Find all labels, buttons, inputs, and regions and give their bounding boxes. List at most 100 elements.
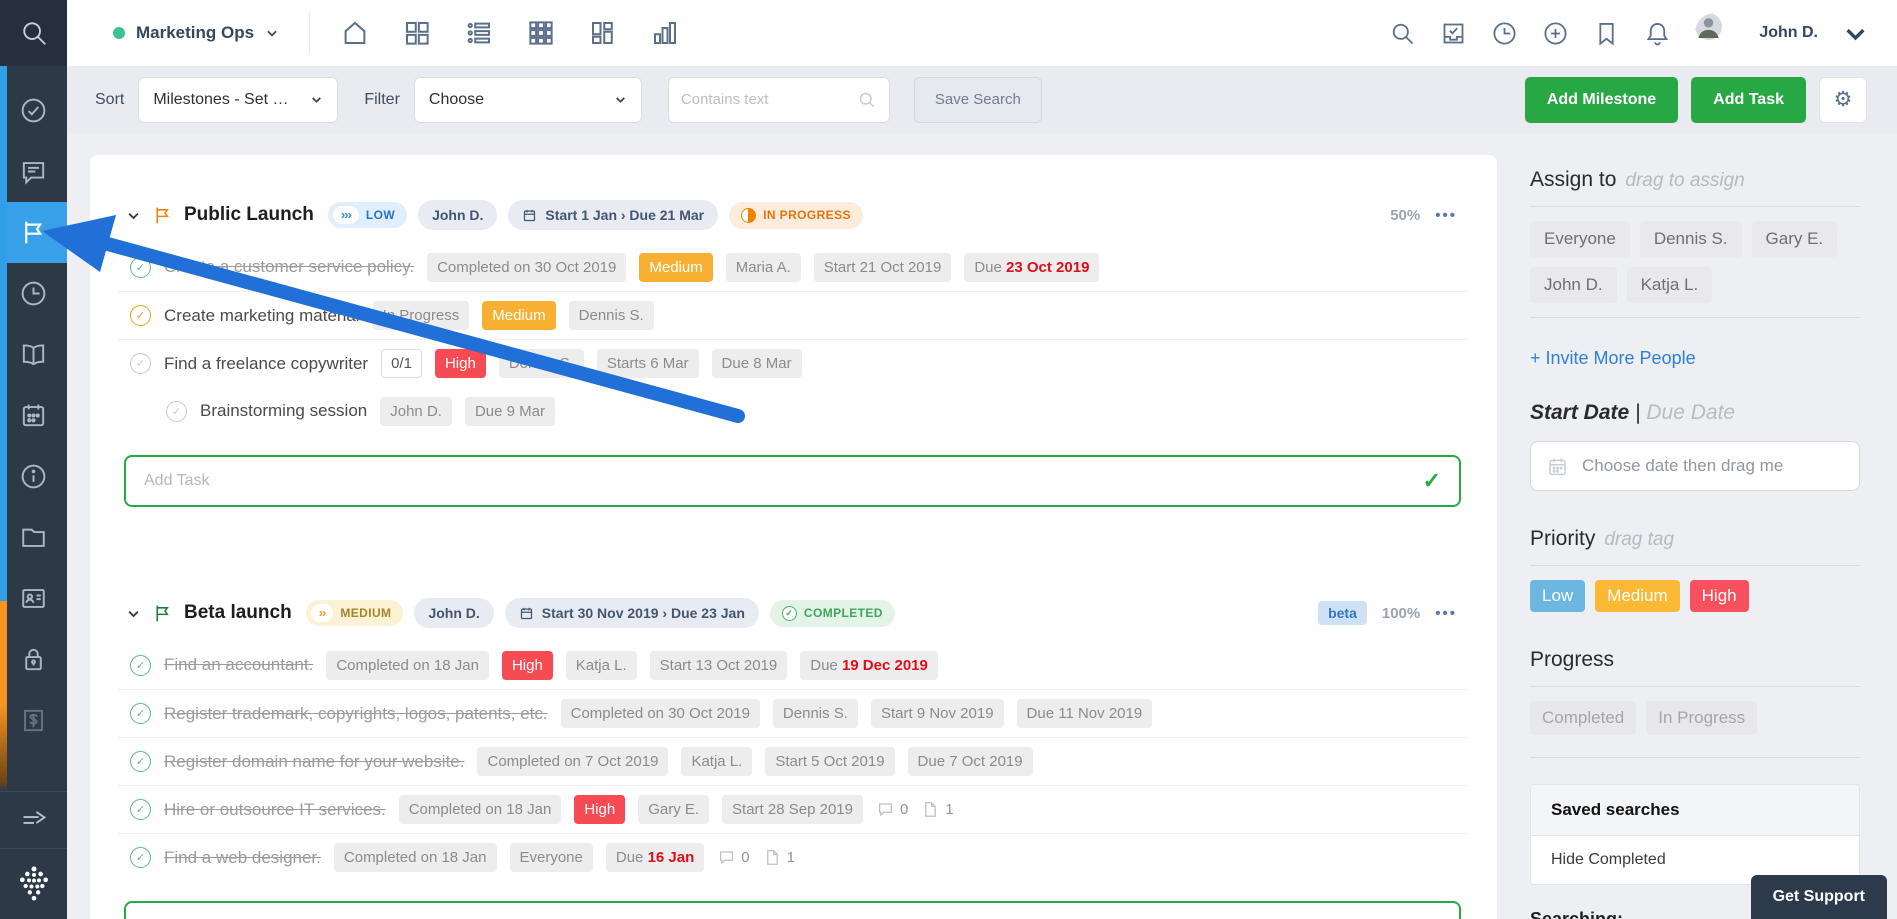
task-pill[interactable]: Due 23 Oct 2019 [964, 253, 1099, 282]
view-columns-button[interactable] [588, 18, 618, 48]
get-support-button[interactable]: Get Support [1751, 875, 1887, 919]
task-pill[interactable]: Start 28 Sep 2019 [722, 795, 863, 824]
add-task-inline-input[interactable]: Add Task✓ [124, 455, 1461, 507]
progress-tag[interactable]: In Progress [1646, 701, 1757, 735]
milestone-owner-pill[interactable]: John D. [414, 598, 493, 628]
task-check-circle[interactable]: ✓ [130, 655, 151, 676]
task-pill[interactable]: Starts 6 Mar [597, 349, 699, 378]
task-title[interactable]: Register trademark, copyrights, logos, p… [164, 704, 548, 724]
sidebar-item-info[interactable] [0, 446, 67, 507]
task-pill[interactable]: Due 9 Mar [465, 397, 555, 426]
sidebar-item-calendar[interactable] [0, 385, 67, 446]
task-check-circle[interactable]: ✓ [130, 305, 151, 326]
project-switcher[interactable]: Marketing Ops [67, 23, 309, 43]
clock-button[interactable] [1491, 20, 1518, 47]
contains-text-search[interactable] [668, 77, 890, 123]
task-pill[interactable]: High [574, 795, 625, 824]
task-pill[interactable]: Dennis S. [499, 349, 584, 378]
collapse-chevron-icon[interactable] [126, 208, 141, 223]
collapse-chevron-icon[interactable] [126, 606, 141, 621]
task-title[interactable]: Create a customer service policy. [164, 257, 414, 277]
task-pill[interactable]: Start 9 Nov 2019 [871, 699, 1004, 728]
filter-dropdown[interactable]: Choose [414, 77, 642, 123]
file-count[interactable]: 1 [763, 848, 795, 867]
task-pill[interactable]: Dennis S. [569, 301, 654, 330]
add-task-inline-input[interactable]: Add Task✓ [124, 901, 1461, 919]
file-count[interactable]: 1 [921, 800, 953, 819]
task-pill[interactable]: Due 16 Jan [606, 843, 704, 872]
task-check-circle[interactable]: ✓ [166, 401, 187, 422]
priority-tag-medium[interactable]: Medium [1595, 580, 1679, 612]
task-pill[interactable]: Completed on 30 Oct 2019 [561, 699, 760, 728]
task-pill[interactable]: Dennis S. [773, 699, 858, 728]
task-pill[interactable]: Due 8 Mar [712, 349, 802, 378]
sidebar-item-discussions[interactable] [0, 141, 67, 202]
task-title[interactable]: Find a web designer. [164, 848, 321, 868]
task-pill[interactable]: Due 7 Oct 2019 [908, 747, 1033, 776]
task-pill[interactable]: Start 21 Oct 2019 [814, 253, 952, 282]
milestone-title[interactable]: Beta launch [184, 602, 292, 624]
progress-tag[interactable]: Completed [1530, 701, 1636, 735]
task-title[interactable]: Find an accountant. [164, 655, 313, 675]
search-input[interactable] [681, 91, 841, 108]
sidebar-item-milestones[interactable] [0, 202, 67, 263]
task-check-circle[interactable]: ✓ [130, 257, 151, 278]
milestone-status-pill[interactable]: IN PROGRESS [729, 202, 863, 229]
confirm-check-icon[interactable]: ✓ [1423, 468, 1441, 494]
plus-button[interactable] [1542, 20, 1569, 47]
task-title[interactable]: Hire or outsource IT services. [164, 800, 386, 820]
comment-count[interactable]: 0 [717, 848, 749, 867]
invite-more-people-link[interactable]: + Invite More People [1530, 348, 1696, 369]
task-pill[interactable]: Medium [639, 253, 712, 282]
task-pill[interactable]: Everyone [510, 843, 593, 872]
priority-tag-high[interactable]: High [1690, 580, 1749, 612]
assignee-tag[interactable]: Katja L. [1627, 267, 1713, 303]
bell-button[interactable] [1644, 20, 1671, 47]
task-pill[interactable]: Maria A. [726, 253, 801, 282]
avatar[interactable] [1695, 13, 1735, 53]
task-pill[interactable]: High [435, 349, 486, 378]
milestone-dates-pill[interactable]: Start 1 Jan › Due 21 Mar [508, 200, 718, 230]
user-menu[interactable]: John D. [1759, 24, 1818, 42]
view-home-button[interactable] [340, 18, 370, 48]
priority-tag-low[interactable]: Low [1530, 580, 1585, 612]
task-pill[interactable]: 0/1 [381, 349, 422, 378]
milestone-title[interactable]: Public Launch [184, 204, 314, 226]
task-check-circle[interactable]: ✓ [130, 353, 151, 374]
task-pill[interactable]: Medium [482, 301, 555, 330]
sort-dropdown[interactable]: Milestones - Set … [138, 77, 338, 123]
add-milestone-button[interactable]: Add Milestone [1525, 77, 1678, 123]
task-check-circle[interactable]: ✓ [130, 847, 151, 868]
task-pill[interactable]: In Progress [373, 301, 470, 330]
sidebar-item-search[interactable] [0, 0, 67, 66]
view-grid-button[interactable] [402, 18, 432, 48]
task-pill[interactable]: Due 19 Dec 2019 [800, 651, 938, 680]
milestone-tag[interactable]: beta [1318, 601, 1367, 625]
task-pill[interactable]: Katja L. [681, 747, 752, 776]
milestone-priority-badge[interactable]: ››MEDIUM [306, 600, 404, 626]
sidebar-item-wiki[interactable] [0, 324, 67, 385]
sidebar-item-time[interactable] [0, 263, 67, 324]
sidebar-item-files[interactable] [0, 507, 67, 568]
milestone-dates-pill[interactable]: Start 30 Nov 2019 › Due 23 Jan [505, 598, 759, 628]
task-pill[interactable]: High [502, 651, 553, 680]
assignee-tag[interactable]: John D. [1530, 267, 1617, 303]
milestone-status-pill[interactable]: ✓COMPLETED [770, 600, 895, 627]
assignee-tag[interactable]: Dennis S. [1640, 221, 1742, 257]
assignee-tag[interactable]: Gary E. [1752, 221, 1838, 257]
task-title[interactable]: Brainstorming session [200, 401, 367, 421]
view-chart-button[interactable] [650, 18, 680, 48]
task-title[interactable]: Register domain name for your website. [164, 752, 464, 772]
sidebar-item-passwords[interactable] [0, 629, 67, 690]
sidebar-item-tasks[interactable] [0, 80, 67, 141]
view-grid3-button[interactable] [526, 18, 556, 48]
task-pill[interactable]: Completed on 30 Oct 2019 [427, 253, 626, 282]
task-title[interactable]: Create marketing material [164, 306, 360, 326]
task-pill[interactable]: John D. [380, 397, 452, 426]
task-pill[interactable]: Gary E. [638, 795, 709, 824]
confirm-check-icon[interactable]: ✓ [1423, 914, 1441, 919]
view-list-button[interactable] [464, 18, 494, 48]
sidebar-item-invoices[interactable] [0, 690, 67, 751]
task-pill[interactable]: Completed on 18 Jan [399, 795, 562, 824]
comment-count[interactable]: 0 [876, 800, 908, 819]
